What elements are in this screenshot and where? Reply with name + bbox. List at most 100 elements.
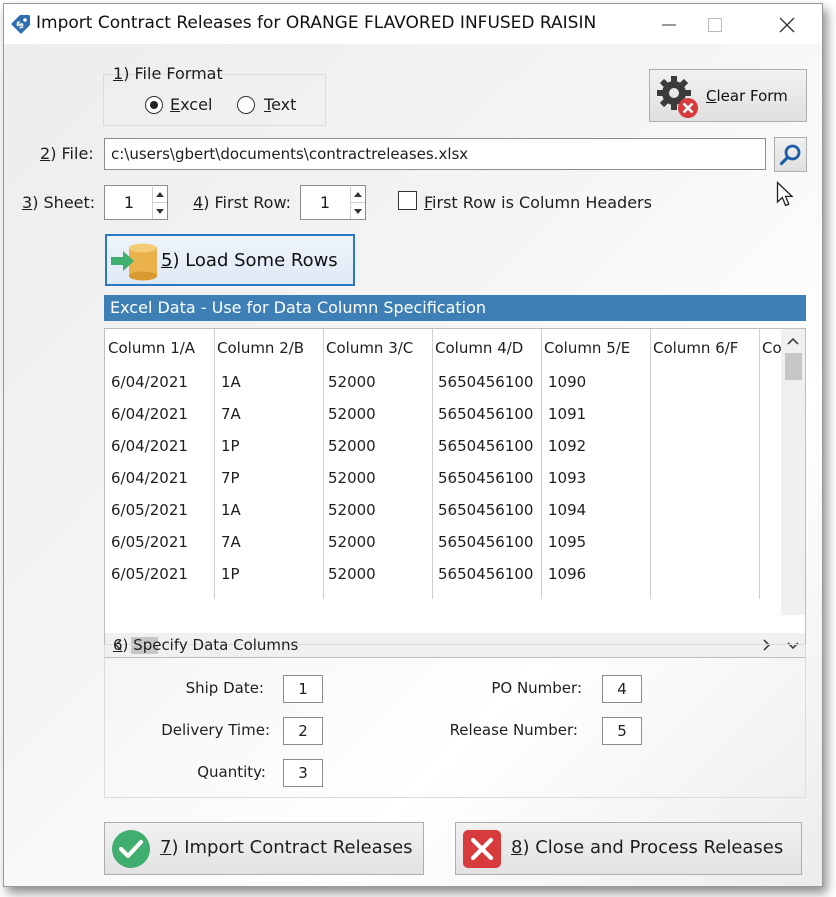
- sheet-value[interactable]: 1: [105, 186, 153, 220]
- table-cell[interactable]: 1093: [548, 469, 586, 487]
- table-cell[interactable]: 1094: [548, 501, 586, 519]
- arrow-down-icon: [354, 208, 362, 214]
- maximize-button[interactable]: [692, 4, 738, 44]
- price-tag-icon: $: [8, 13, 32, 37]
- arrow-down-icon: [156, 208, 164, 214]
- table-cell[interactable]: 6/05/2021: [111, 565, 188, 583]
- table-cell[interactable]: 52000: [328, 469, 376, 487]
- table-cell[interactable]: 1092: [548, 437, 586, 455]
- text-radio-label[interactable]: Text: [264, 95, 296, 114]
- ship-date-column-input[interactable]: 1: [283, 675, 323, 703]
- first-row-down-button[interactable]: [351, 203, 365, 219]
- first-row-up-button[interactable]: [351, 187, 365, 203]
- first-row-headers-checkbox[interactable]: [398, 191, 417, 210]
- clear-form-label: Clear Form: [706, 87, 788, 105]
- scroll-up-icon[interactable]: [781, 331, 805, 351]
- excel-radio-label[interactable]: Excel: [170, 95, 212, 114]
- file-format-title: 1) File Format: [113, 64, 223, 83]
- file-label: 2) File:: [40, 144, 94, 163]
- table-cell[interactable]: 5650456100: [438, 533, 533, 551]
- table-cell[interactable]: 52000: [328, 565, 376, 583]
- vertical-scroll-thumb[interactable]: [785, 353, 802, 380]
- table-cell[interactable]: 5650456100: [438, 373, 533, 391]
- table-cell[interactable]: 52000: [328, 533, 376, 551]
- first-row-spin-arrows: [350, 187, 365, 219]
- load-rows-button[interactable]: 5) Load Some Rows: [105, 234, 355, 286]
- dialog-window: $ Import Contract Releases for ORANGE FL…: [3, 3, 823, 887]
- quantity-column-input[interactable]: 3: [283, 759, 323, 787]
- table-cell[interactable]: 1095: [548, 533, 586, 551]
- table-cell[interactable]: 1091: [548, 405, 586, 423]
- close-process-button[interactable]: 8) Close and Process Releases: [455, 822, 802, 875]
- table-cell[interactable]: 6/04/2021: [111, 469, 188, 487]
- first-row-spinner[interactable]: 1: [300, 185, 366, 220]
- table-cell[interactable]: 1090: [548, 373, 586, 391]
- table-cell[interactable]: 6/05/2021: [111, 533, 188, 551]
- po-number-label: PO Number:: [491, 679, 582, 697]
- table-cell[interactable]: 1A: [221, 501, 241, 519]
- table-cell[interactable]: 1096: [548, 565, 586, 583]
- excel-data-grid[interactable]: Column 1/A Column 2/B Column 3/C Column …: [104, 328, 806, 658]
- table-cell[interactable]: 5650456100: [438, 469, 533, 487]
- first-row-label: 4) First Row:: [193, 193, 292, 212]
- table-cell[interactable]: 7P: [221, 469, 240, 487]
- excel-radio[interactable]: [145, 96, 163, 114]
- minimize-button[interactable]: [646, 4, 692, 44]
- search-icon: [779, 144, 801, 166]
- table-cell[interactable]: 6/05/2021: [111, 501, 188, 519]
- column-header[interactable]: Column 5/E: [544, 339, 630, 357]
- column-divider: [214, 329, 215, 599]
- table-cell[interactable]: 1P: [221, 437, 240, 455]
- sheet-up-button[interactable]: [153, 187, 167, 203]
- mouse-cursor-icon: [776, 181, 794, 207]
- delivery-time-label: Delivery Time:: [161, 721, 270, 739]
- release-number-label: Release Number:: [449, 721, 578, 739]
- maximize-icon: [708, 18, 722, 32]
- delivery-time-column-input[interactable]: 2: [283, 717, 323, 745]
- radio-selected-dot: [149, 100, 158, 109]
- table-cell[interactable]: 5650456100: [438, 405, 533, 423]
- sheet-spin-arrows: [152, 187, 167, 219]
- release-number-column-input[interactable]: 5: [602, 717, 642, 745]
- file-path-input[interactable]: c:\users\gbert\documents\contractrelease…: [104, 138, 766, 170]
- first-row-value[interactable]: 1: [301, 186, 349, 220]
- load-rows-label: 5) Load Some Rows: [161, 250, 338, 271]
- sheet-spinner[interactable]: 1: [104, 185, 168, 220]
- table-cell[interactable]: 52000: [328, 501, 376, 519]
- table-cell[interactable]: 52000: [328, 405, 376, 423]
- column-header[interactable]: Co: [762, 339, 782, 357]
- column-header[interactable]: Column 1/A: [108, 339, 195, 357]
- vertical-scrollbar[interactable]: [781, 329, 805, 615]
- table-cell[interactable]: 52000: [328, 437, 376, 455]
- column-divider: [650, 329, 651, 599]
- sheet-label: 3) Sheet:: [22, 193, 96, 212]
- check-circle-icon: [112, 830, 150, 868]
- text-radio[interactable]: [237, 96, 255, 114]
- table-cell[interactable]: 6/04/2021: [111, 405, 188, 423]
- table-cell[interactable]: 5650456100: [438, 437, 533, 455]
- sheet-down-button[interactable]: [153, 203, 167, 219]
- table-cell[interactable]: 6/04/2021: [111, 373, 188, 391]
- column-header[interactable]: Column 2/B: [217, 339, 304, 357]
- specify-columns-title: 6) Specify Data Columns: [113, 636, 299, 654]
- table-cell[interactable]: 5650456100: [438, 501, 533, 519]
- browse-file-button[interactable]: [774, 137, 807, 172]
- first-row-headers-label[interactable]: First Row is Column Headers: [424, 193, 652, 212]
- table-cell[interactable]: 52000: [328, 373, 376, 391]
- column-header[interactable]: Column 6/F: [653, 339, 738, 357]
- table-cell[interactable]: 5650456100: [438, 565, 533, 583]
- table-cell[interactable]: 6/04/2021: [111, 437, 188, 455]
- table-cell[interactable]: 7A: [221, 405, 241, 423]
- table-cell[interactable]: 1A: [221, 373, 241, 391]
- column-header[interactable]: Column 3/C: [326, 339, 413, 357]
- close-x-icon: [463, 830, 501, 868]
- title-bar[interactable]: $ Import Contract Releases for ORANGE FL…: [4, 4, 822, 44]
- table-cell[interactable]: 1P: [221, 565, 240, 583]
- clear-form-button[interactable]: Clear Form: [649, 69, 807, 122]
- table-cell[interactable]: 7A: [221, 533, 241, 551]
- import-releases-button[interactable]: 7) Import Contract Releases: [104, 822, 424, 875]
- column-header[interactable]: Column 4/D: [435, 339, 523, 357]
- column-divider: [432, 329, 433, 599]
- close-window-button[interactable]: [764, 4, 810, 44]
- po-number-column-input[interactable]: 4: [602, 675, 642, 703]
